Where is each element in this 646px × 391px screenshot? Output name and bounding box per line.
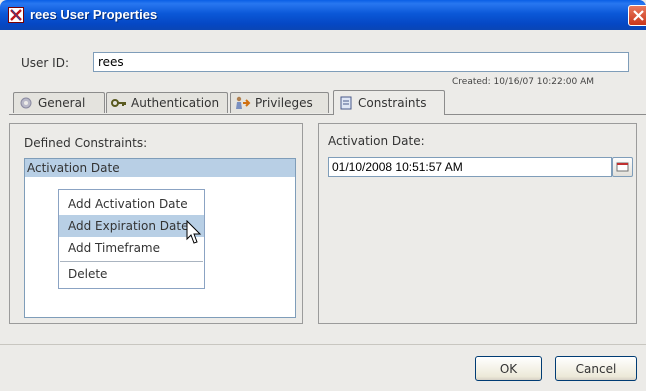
mouse-cursor-icon <box>186 219 206 246</box>
privileges-icon <box>235 96 251 110</box>
tab-privileges-label: Privileges <box>255 96 313 110</box>
activation-date-label: Activation Date: <box>328 134 425 148</box>
tab-general[interactable]: General <box>13 92 105 113</box>
cancel-button[interactable]: Cancel <box>555 356 637 381</box>
title-bar[interactable]: rees User Properties <box>0 0 646 30</box>
menu-item-add-timeframe[interactable]: Add Timeframe <box>59 237 204 259</box>
button-bar <box>0 344 646 391</box>
activation-date-field[interactable] <box>328 157 612 177</box>
menu-separator <box>60 261 203 262</box>
defined-constraints-label: Defined Constraints: <box>24 136 148 150</box>
app-icon <box>8 7 24 23</box>
tab-privileges[interactable]: Privileges <box>230 92 329 113</box>
ok-button[interactable]: OK <box>475 356 542 381</box>
context-menu: Add Activation Date Add Expiration Date … <box>58 189 205 289</box>
constraint-detail-pane: Activation Date: <box>318 123 637 324</box>
list-item-activation-date[interactable]: Activation Date <box>25 159 295 177</box>
tab-constraints-label: Constraints <box>358 96 427 110</box>
close-button[interactable] <box>628 5 646 26</box>
window-title: rees User Properties <box>30 7 158 22</box>
user-id-label: User ID: <box>21 56 69 70</box>
created-timestamp: Created: 10/16/07 10:22:00 AM <box>452 77 594 87</box>
general-icon <box>18 96 34 110</box>
user-id-field[interactable] <box>93 52 629 72</box>
calendar-button[interactable] <box>612 157 633 177</box>
menu-item-delete[interactable]: Delete <box>59 263 204 285</box>
menu-item-add-activation-date[interactable]: Add Activation Date <box>59 193 204 215</box>
constraints-icon <box>338 96 354 110</box>
user-properties-window: rees User Properties User ID: Created: 1… <box>0 0 646 391</box>
key-icon <box>111 96 127 110</box>
menu-item-add-expiration-date[interactable]: Add Expiration Date <box>59 215 204 237</box>
tab-authentication-label: Authentication <box>131 96 220 110</box>
tab-general-label: General <box>38 96 86 110</box>
tab-authentication[interactable]: Authentication <box>106 92 228 113</box>
tab-constraints[interactable]: Constraints <box>333 90 445 115</box>
dialog-content: User ID: Created: 10/16/07 10:22:00 AM G… <box>0 30 646 391</box>
calendar-icon <box>616 162 629 172</box>
